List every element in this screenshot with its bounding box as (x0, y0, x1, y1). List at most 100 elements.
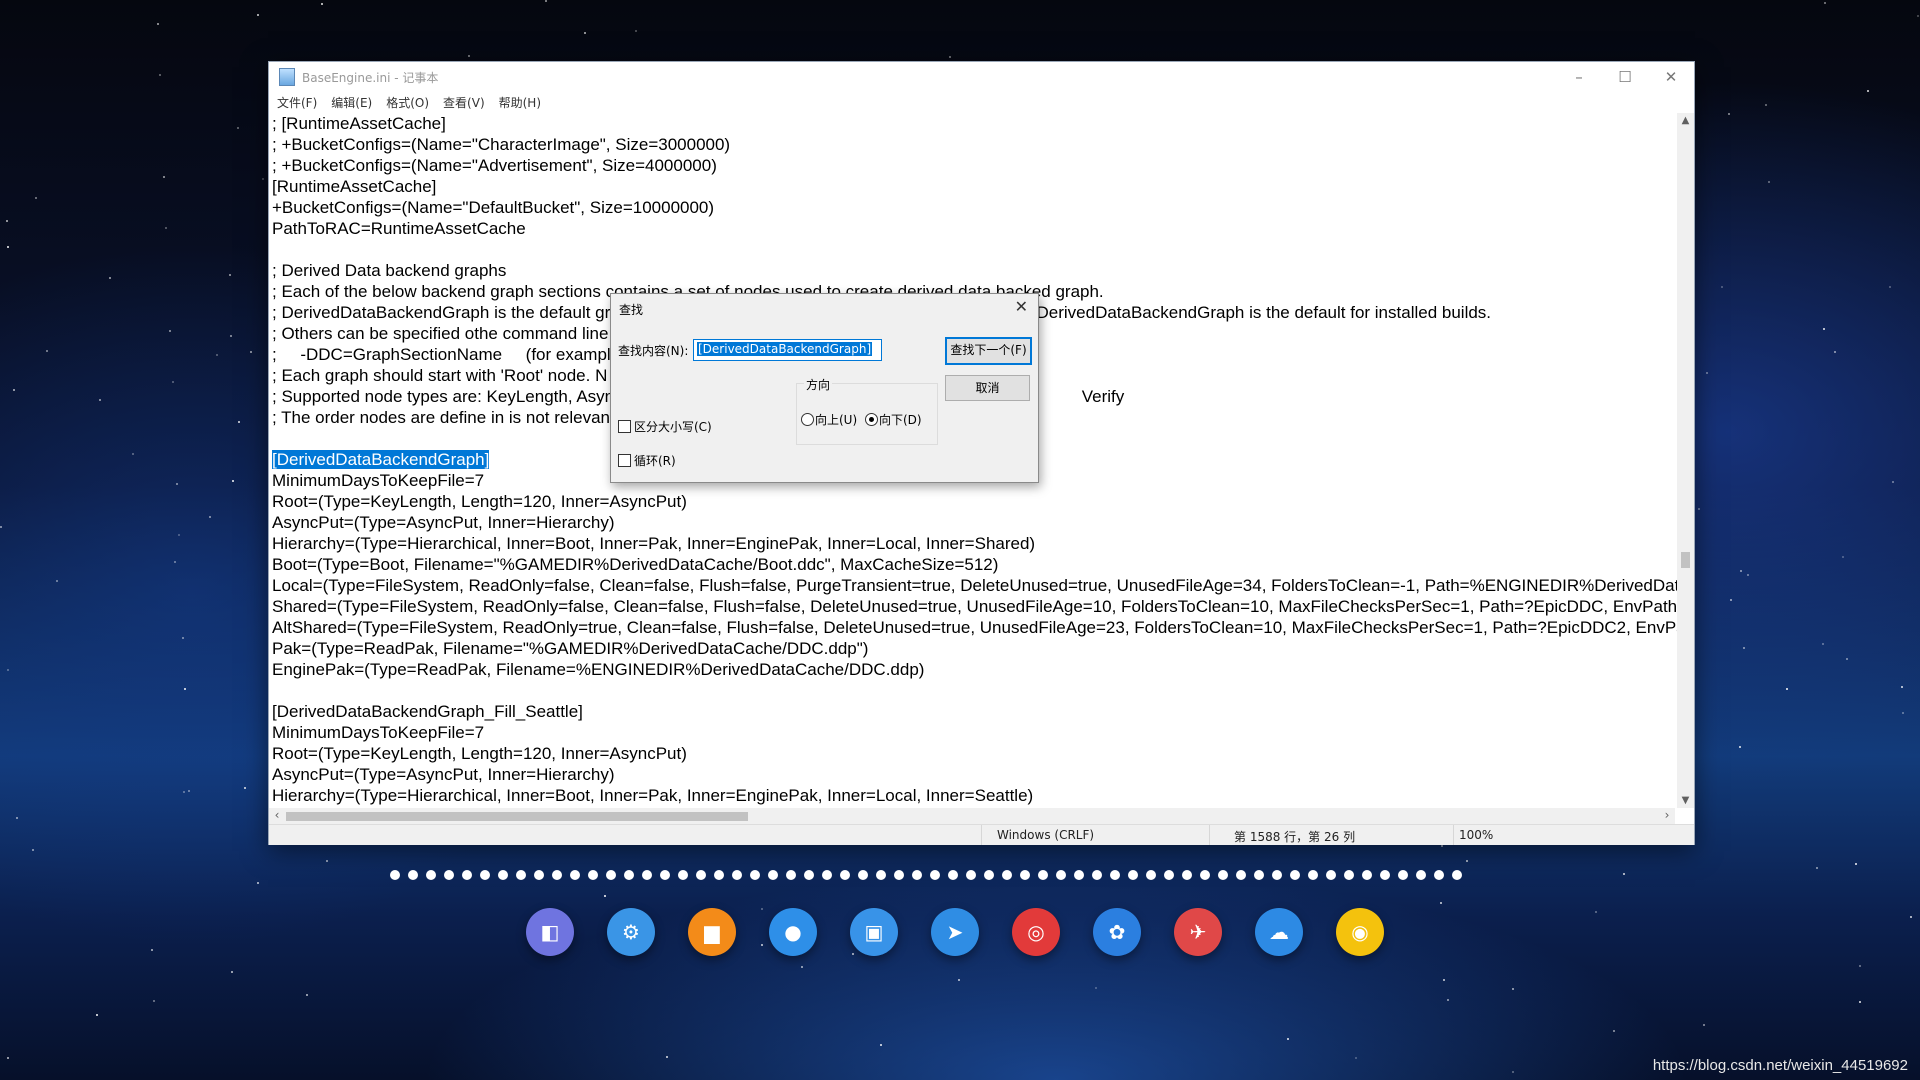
vertical-scroll-thumb[interactable] (1681, 552, 1690, 568)
horizontal-scroll-thumb[interactable] (286, 812, 748, 821)
dock-dot (1398, 870, 1408, 880)
status-bar: Windows (CRLF) 第 1588 行，第 26 列 100% (269, 824, 1694, 845)
match-case-checkbox[interactable] (618, 420, 631, 433)
wrap-around-checkbox[interactable] (618, 454, 631, 467)
qq-icon[interactable]: ● (769, 908, 817, 956)
wrap-around-label[interactable]: 循环(R) (634, 452, 676, 469)
scroll-down-icon[interactable]: ▼ (1677, 795, 1694, 806)
text-line: +BucketConfigs=(Name="DefaultBucket", Si… (272, 198, 715, 217)
dock-dot (552, 870, 562, 880)
dock-dot (948, 870, 958, 880)
settings-icon[interactable]: ⚙ (607, 908, 655, 956)
dock-dot (1290, 870, 1300, 880)
horizontal-scrollbar[interactable]: ‹ › (269, 808, 1675, 824)
menu-edit[interactable]: 编辑(E) (331, 94, 372, 111)
text-line (272, 239, 1678, 260)
direction-down-radio[interactable] (865, 413, 878, 426)
scroll-up-icon[interactable]: ▲ (1677, 115, 1694, 126)
find-what-label: 查找内容(N): (618, 344, 689, 358)
maximize-button[interactable]: ☐ (1602, 62, 1648, 92)
dock-dot (498, 870, 508, 880)
chrome-icon[interactable]: ◉ (1336, 908, 1384, 956)
dock-dot (408, 870, 418, 880)
dock-dot (642, 870, 652, 880)
text-line: Hierarchy=(Type=Hierarchical, Inner=Boot… (272, 534, 1036, 553)
dock-dot (786, 870, 796, 880)
title-bar[interactable]: BaseEngine.ini - 记事本 – ☐ ✕ (269, 62, 1694, 92)
text-line: ; +BucketConfigs=(Name="Advertisement", … (272, 156, 717, 175)
dock-dot (1416, 870, 1426, 880)
text-line: ; +BucketConfigs=(Name="CharacterImage",… (272, 135, 731, 154)
dock-dot (480, 870, 490, 880)
text-line: PathToRAC=RuntimeAssetCache (272, 219, 526, 238)
dock-dot (840, 870, 850, 880)
cloud-icon[interactable]: ☁ (1255, 908, 1303, 956)
dock-dot (1434, 870, 1444, 880)
dock-dot (606, 870, 616, 880)
direction-up-radio[interactable] (801, 413, 814, 426)
selected-text: [DerivedDataBackendGraph] (272, 450, 490, 469)
menu-file[interactable]: 文件(F) (277, 94, 317, 111)
dock-dot (966, 870, 976, 880)
text-line: Local=(Type=FileSystem, ReadOnly=false, … (272, 576, 1678, 595)
notepad-icon (279, 68, 295, 86)
dock-dot (462, 870, 472, 880)
dock-dot (1254, 870, 1264, 880)
tv-icon[interactable]: ▣ (850, 908, 898, 956)
dock-dot (1056, 870, 1066, 880)
window-title: BaseEngine.ini - 记事本 (302, 70, 439, 85)
text-line: EnginePak=(Type=ReadPak, Filename=%ENGIN… (272, 660, 925, 679)
app-1-icon[interactable]: ◧ (526, 908, 574, 956)
cancel-button[interactable]: 取消 (945, 375, 1030, 401)
dock-dot (516, 870, 526, 880)
dock-dot (804, 870, 814, 880)
text-line: Pak=(Type=ReadPak, Filename="%GAMEDIR%De… (272, 639, 869, 658)
feather-icon[interactable]: ✈ (1174, 908, 1222, 956)
dock-dot (1020, 870, 1030, 880)
music-icon[interactable]: ◎ (1012, 908, 1060, 956)
dock-dot (714, 870, 724, 880)
direction-down-label[interactable]: 向下(D) (879, 411, 922, 428)
menu-format[interactable]: 格式(O) (386, 94, 429, 111)
minimize-button[interactable]: – (1556, 62, 1602, 92)
scroll-left-icon[interactable]: ‹ (269, 808, 285, 822)
dialog-close-icon[interactable]: ✕ (1015, 297, 1028, 316)
menu-view[interactable]: 查看(V) (443, 94, 485, 111)
dock-dot (390, 870, 400, 880)
bird-icon[interactable]: ➤ (931, 908, 979, 956)
baidu-icon[interactable]: ✿ (1093, 908, 1141, 956)
dock-dot (624, 870, 634, 880)
direction-up-label[interactable]: 向上(U) (815, 411, 857, 428)
text-line: ; Derived Data backend graphs (272, 261, 507, 280)
dock-dot (1272, 870, 1282, 880)
dock-dot (1236, 870, 1246, 880)
dock-dot (1452, 870, 1462, 880)
status-zoom: 100% (1459, 828, 1494, 842)
scroll-right-icon[interactable]: › (1659, 808, 1675, 822)
dock-dot (1326, 870, 1336, 880)
text-line: Shared=(Type=FileSystem, ReadOnly=false,… (272, 597, 1678, 616)
match-case-label[interactable]: 区分大小写(C) (634, 418, 712, 435)
text-line: Root=(Type=KeyLength, Length=120, Inner=… (272, 744, 687, 763)
dock-dot (1164, 870, 1174, 880)
dock-dot (1344, 870, 1354, 880)
dock-dot (1182, 870, 1192, 880)
app-dock: ◧ ⚙ ▆ ● ▣ ➤ ◎ ✿ ✈ ☁ ◉ (526, 908, 1417, 956)
menu-help[interactable]: 帮助(H) (499, 94, 541, 111)
vertical-scrollbar[interactable]: ▲ ▼ (1677, 113, 1694, 808)
dock-dot (750, 870, 760, 880)
watermark-text: https://blog.csdn.net/weixin_44519692 (1652, 1057, 1908, 1074)
game-icon[interactable]: ▆ (688, 908, 736, 956)
text-line: MinimumDaysToKeepFile=7 (272, 723, 485, 742)
dialog-title: 查找 (619, 303, 644, 317)
find-next-button[interactable]: 查找下一个(F) (945, 337, 1032, 365)
dock-dot (732, 870, 742, 880)
dock-dot (822, 870, 832, 880)
text-line: [DerivedDataBackendGraph_Fill_Seattle] (272, 702, 583, 721)
dock-dot (660, 870, 670, 880)
find-what-input[interactable]: [DerivedDataBackendGraph] (693, 339, 882, 361)
close-button[interactable]: ✕ (1648, 62, 1694, 92)
dock-dot (894, 870, 904, 880)
find-what-value: [DerivedDataBackendGraph] (697, 342, 873, 356)
dock-dot (1218, 870, 1228, 880)
